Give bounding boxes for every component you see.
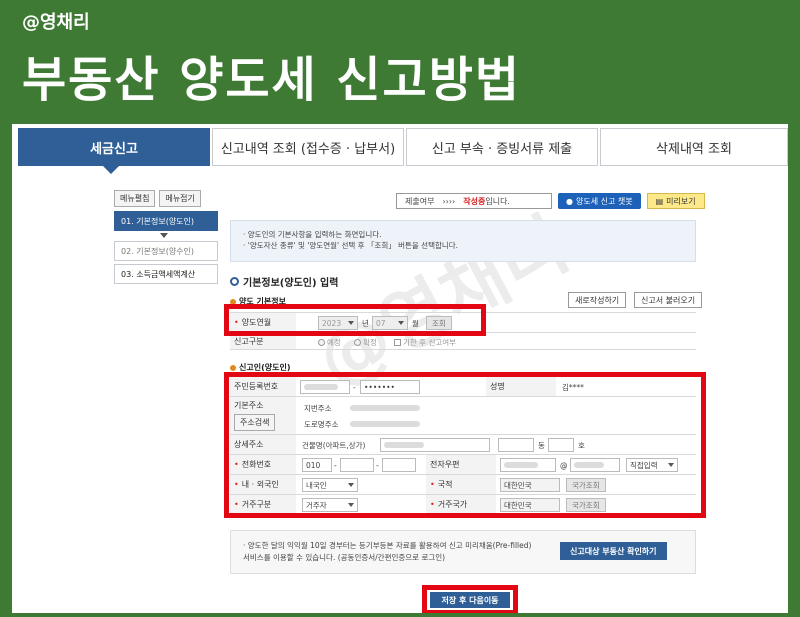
document-icon: ▤ bbox=[655, 196, 664, 206]
highlight-transfer-ym bbox=[224, 304, 486, 336]
nav-item-transferee[interactable]: 02. 기본정보(양수인) bbox=[114, 241, 218, 261]
radio-icon bbox=[354, 338, 361, 346]
author-handle: @영채리 bbox=[22, 12, 90, 33]
submit-status: 제출여부 ›››› 작성중입니다. bbox=[396, 193, 552, 209]
checkbox-icon bbox=[394, 338, 401, 346]
chatbot-icon: ● bbox=[566, 196, 573, 206]
menu-collapse-button[interactable]: 메뉴접기 bbox=[159, 190, 201, 207]
tab-report-history[interactable]: 신고내역 조회 (접수증 · 납부서) bbox=[212, 128, 404, 166]
info-notice: · 양도인의 기본사항을 입력하는 화면입니다. · '양도자산 종류' 및 '… bbox=[230, 220, 696, 262]
nav-item-income-calc[interactable]: 03. 소득금액세액계산 bbox=[114, 264, 218, 284]
headline-title: 부동산 양도세 신고방법 bbox=[22, 52, 522, 108]
nav-down-arrow-icon bbox=[160, 233, 168, 238]
chatbot-button[interactable]: ● 양도세 신고 챗봇 bbox=[558, 193, 641, 209]
highlight-save-button bbox=[422, 585, 518, 613]
nav-item-transferor[interactable]: 01. 기본정보(양도인) bbox=[114, 211, 218, 231]
bullet-icon bbox=[230, 364, 236, 371]
active-tab-pointer bbox=[103, 166, 119, 174]
screenshot-frame: @영채리 세금신고 신고내역 조회 (접수증 · 납부서) 신고 부속 · 증빙… bbox=[12, 124, 788, 613]
radio-icon bbox=[318, 338, 325, 346]
highlight-transferor-info bbox=[224, 372, 706, 518]
confirm-property-button[interactable]: 신고대상 부동산 확인하기 bbox=[560, 542, 667, 560]
tab-deleted-history[interactable]: 삭제내역 조회 bbox=[600, 128, 788, 166]
preview-button[interactable]: ▤ 미리보기 bbox=[646, 193, 705, 209]
tab-attachment-submit[interactable]: 신고 부속 · 증빙서류 제출 bbox=[406, 128, 598, 166]
section-title: 기본정보(양도인) 입력 bbox=[230, 274, 338, 289]
top-status-bar: 제출여부 ›››› 작성중입니다. ● 양도세 신고 챗봇 ▤ 미리보기 bbox=[396, 193, 705, 209]
top-tabs: 세금신고 신고내역 조회 (접수증 · 납부서) 신고 부속 · 증빙서류 제출… bbox=[12, 128, 788, 174]
opt-late-report[interactable]: 기한 후 신고여부 bbox=[394, 335, 456, 349]
tab-tax-report[interactable]: 세금신고 bbox=[18, 128, 210, 166]
opt-scheduled[interactable]: 예정 bbox=[318, 335, 341, 349]
menu-expand-button[interactable]: 메뉴펼침 bbox=[114, 190, 156, 207]
banner: @영채리 부동산 양도세 신고방법 bbox=[0, 0, 800, 124]
section-bullet-icon bbox=[230, 277, 239, 286]
side-nav: 메뉴펼침 메뉴접기 01. 기본정보(양도인) 02. 기본정보(양수인) 03… bbox=[114, 190, 218, 287]
load-report-button[interactable]: 신고서 불러오기 bbox=[634, 292, 703, 308]
new-write-button[interactable]: 새로작성하기 bbox=[568, 292, 627, 308]
opt-confirmed[interactable]: 확정 bbox=[354, 335, 377, 349]
